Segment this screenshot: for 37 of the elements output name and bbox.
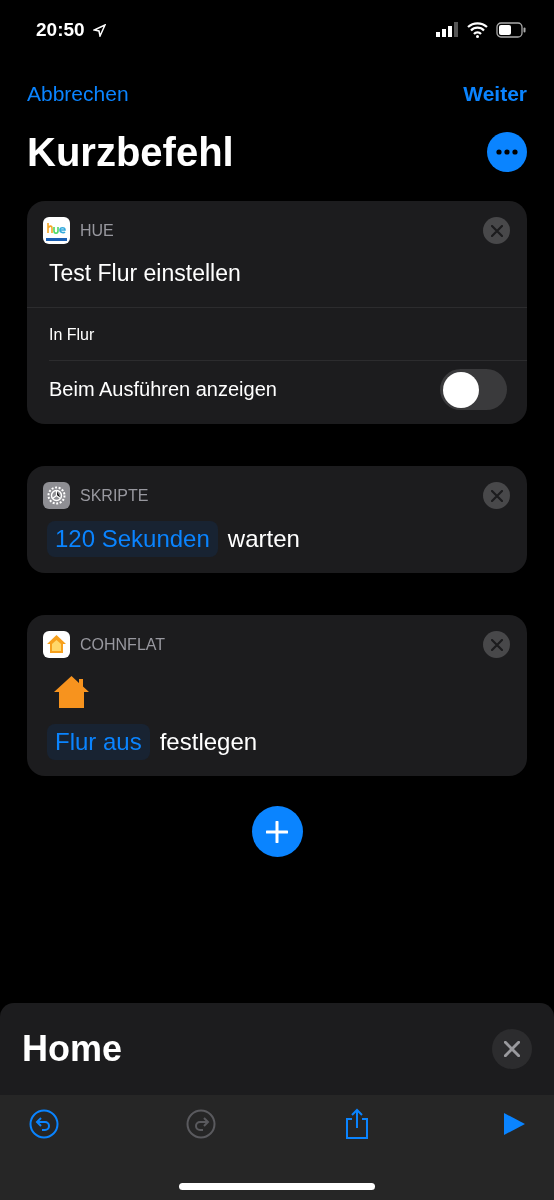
- undo-button[interactable]: [28, 1108, 60, 1140]
- parameter-token[interactable]: Flur aus: [47, 724, 150, 760]
- cancel-link[interactable]: Abbrechen: [27, 82, 129, 106]
- page-title: Kurzbefehl: [27, 129, 234, 175]
- battery-icon: [496, 22, 526, 38]
- close-icon: [490, 638, 503, 651]
- hue-app-icon: [43, 217, 70, 244]
- home-app-icon: [43, 631, 70, 658]
- app-name: COHNFLAT: [80, 635, 167, 654]
- app-name: HUE: [80, 221, 115, 240]
- status-time: 20:50: [36, 19, 85, 41]
- location-label: In Flur: [48, 325, 96, 345]
- redo-icon: [185, 1109, 216, 1139]
- app-name: SKRIPTE: [80, 486, 150, 505]
- location-icon: [92, 23, 106, 37]
- wifi-icon: [467, 22, 488, 38]
- next-link[interactable]: Weiter: [463, 82, 527, 106]
- play-icon: [501, 1112, 526, 1136]
- signal-icon: [436, 22, 459, 38]
- option-label: Beim Ausführen anzeigen: [49, 378, 277, 401]
- ellipsis-icon: [496, 149, 518, 155]
- add-button[interactable]: [251, 806, 303, 857]
- plus-icon: [266, 820, 288, 843]
- close-icon: [490, 224, 503, 237]
- action-text: warten: [227, 525, 300, 553]
- house-icon: [54, 676, 89, 708]
- close-icon: [490, 489, 503, 502]
- close-icon: [504, 1041, 520, 1057]
- close-button[interactable]: [492, 1029, 532, 1069]
- toggle-switch[interactable]: [440, 369, 507, 410]
- parameter-token[interactable]: 120 Sekunden: [47, 521, 218, 557]
- action-text: festlegen: [159, 728, 258, 756]
- more-button[interactable]: [487, 132, 527, 172]
- action-title[interactable]: Test Flur einstellen: [27, 244, 527, 307]
- sheet-title: Home: [22, 1028, 123, 1070]
- gear-icon: [43, 482, 70, 509]
- undo-icon: [29, 1109, 59, 1139]
